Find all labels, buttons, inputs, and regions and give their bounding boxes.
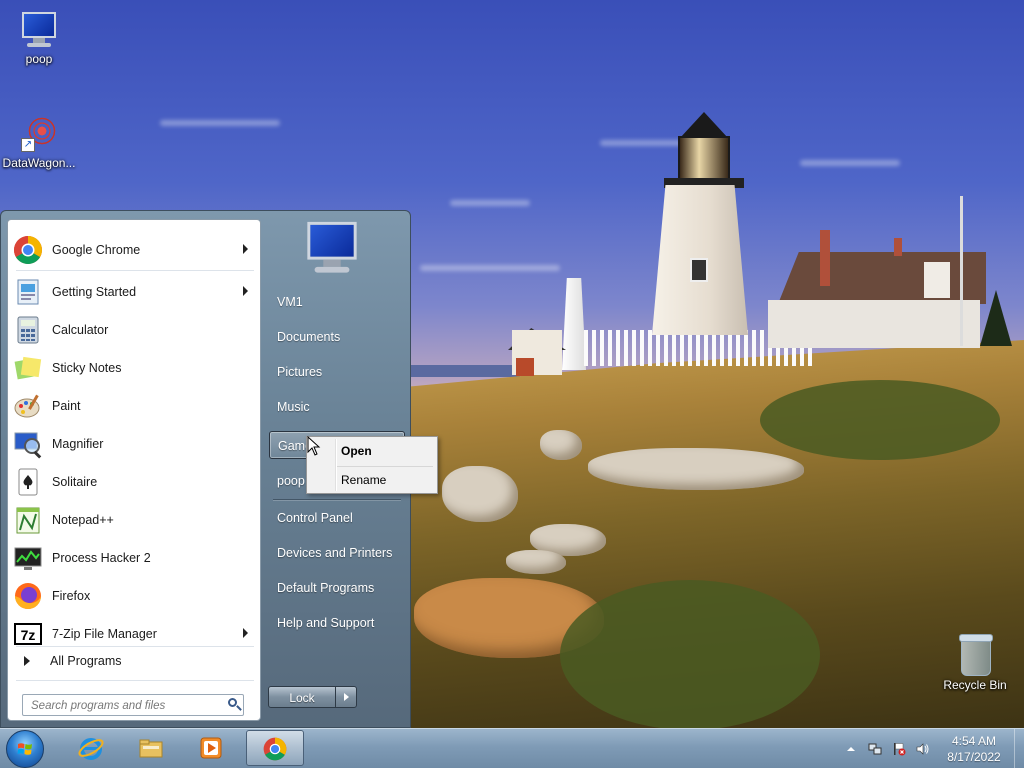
program-solitaire[interactable]: Solitaire [12, 464, 256, 500]
taskbar-internet-explorer[interactable] [64, 730, 118, 766]
right-item-control-panel[interactable]: Control Panel [269, 504, 405, 532]
process-hacker-icon [14, 547, 42, 570]
desktop-icon-poop[interactable]: poop [1, 10, 77, 66]
program-magnifier[interactable]: Magnifier [12, 426, 256, 462]
right-item-default-programs[interactable]: Default Programs [269, 574, 405, 602]
volume-icon[interactable] [916, 742, 930, 756]
notepadpp-icon [16, 507, 40, 534]
svg-text:7z: 7z [21, 627, 36, 643]
program-label: 7-Zip File Manager [52, 627, 157, 641]
context-menu: Open Rename [306, 436, 438, 494]
taskbar-media-player[interactable] [184, 730, 238, 766]
program-label: Paint [52, 399, 81, 413]
right-item-documents[interactable]: Documents [269, 323, 405, 351]
start-button[interactable] [6, 730, 44, 768]
right-item-pictures[interactable]: Pictures [269, 358, 405, 386]
submenu-arrow-icon[interactable] [243, 244, 248, 254]
search-box[interactable] [22, 694, 244, 716]
context-menu-open[interactable]: Open [309, 439, 435, 463]
right-item-vm1[interactable]: VM1 [269, 288, 405, 316]
clock-date: 8/17/2022 [947, 750, 1001, 764]
program-label: Calculator [52, 323, 109, 337]
right-item-help-support[interactable]: Help and Support [269, 609, 405, 637]
taskbar: 4:54 AM 8/17/2022 [0, 728, 1024, 768]
desktop-icon-label: poop [25, 52, 53, 66]
taskbar-windows-explorer[interactable] [124, 730, 178, 766]
submenu-arrow-icon[interactable] [243, 286, 248, 296]
mouse-cursor-icon [307, 436, 321, 456]
program-calculator[interactable]: Calculator [12, 312, 256, 348]
program-label: Getting Started [52, 285, 137, 299]
network-icon[interactable] [868, 742, 882, 756]
paint-icon [14, 394, 40, 418]
sticky-notes-icon [14, 356, 42, 380]
program-google-chrome[interactable]: Google Chrome [12, 232, 256, 268]
program-label: Magnifier [52, 437, 104, 451]
submenu-arrow-icon[interactable] [243, 628, 248, 638]
program-label: Process Hacker 2 [52, 551, 151, 565]
right-item-music[interactable]: Music [269, 393, 405, 421]
right-item-devices-printers[interactable]: Devices and Printers [269, 539, 405, 567]
getting-started-icon [17, 279, 39, 305]
all-programs-button[interactable]: All Programs [16, 650, 256, 672]
desktop-icon-label: DataWagon... [2, 156, 76, 170]
internet-explorer-icon [78, 738, 104, 760]
taskbar-google-chrome[interactable] [246, 730, 304, 766]
shutdown-options-arrow-icon[interactable] [335, 686, 357, 708]
all-programs-label: All Programs [50, 654, 122, 668]
desktop-icon-recycle-bin[interactable]: Recycle Bin [937, 632, 1013, 692]
desktop-icon-datawagon[interactable]: ↗ DataWagon... [1, 114, 77, 170]
program-paint[interactable]: Paint [12, 388, 256, 424]
chrome-icon [263, 737, 287, 761]
search-icon[interactable] [228, 698, 237, 707]
calculator-icon [17, 316, 39, 344]
program-label: Notepad++ [52, 513, 114, 527]
clock-time: 4:54 AM [951, 734, 997, 748]
program-firefox[interactable]: Firefox [12, 578, 256, 614]
program-sticky-notes[interactable]: Sticky Notes [12, 350, 256, 386]
user-picture[interactable] [303, 219, 367, 279]
lock-button[interactable]: Lock [268, 686, 336, 708]
media-player-icon [200, 737, 222, 759]
triangle-right-icon [24, 656, 30, 666]
computer-icon [303, 219, 361, 277]
firefox-icon [15, 583, 41, 609]
desktop-icon-label: Recycle Bin [943, 678, 1007, 692]
show-hidden-icons-icon[interactable] [844, 742, 858, 756]
computer-icon [19, 10, 59, 50]
program-label: Sticky Notes [52, 361, 122, 375]
windows-logo-icon [17, 743, 32, 755]
context-menu-rename[interactable]: Rename [309, 468, 435, 492]
start-menu-programs-pane: Google Chrome Getting Started Calculator… [7, 219, 261, 721]
program-label: Solitaire [52, 475, 98, 489]
recycle-bin-icon [957, 632, 993, 676]
action-center-flag-icon[interactable] [892, 742, 906, 756]
program-label: Google Chrome [52, 243, 141, 257]
explorer-folder-icon [139, 739, 163, 758]
magnifier-icon [14, 432, 42, 459]
program-notepadpp[interactable]: Notepad++ [12, 502, 256, 538]
show-desktop-button[interactable] [1014, 729, 1024, 768]
taskbar-clock[interactable]: 4:54 AM 8/17/2022 [938, 733, 1010, 765]
datawagon-icon: ↗ [19, 114, 59, 154]
solitaire-icon [18, 468, 38, 496]
chrome-icon [14, 236, 42, 264]
program-process-hacker[interactable]: Process Hacker 2 [12, 540, 256, 576]
program-label: Firefox [52, 589, 91, 603]
program-getting-started[interactable]: Getting Started [12, 274, 256, 310]
search-input[interactable] [29, 696, 219, 716]
